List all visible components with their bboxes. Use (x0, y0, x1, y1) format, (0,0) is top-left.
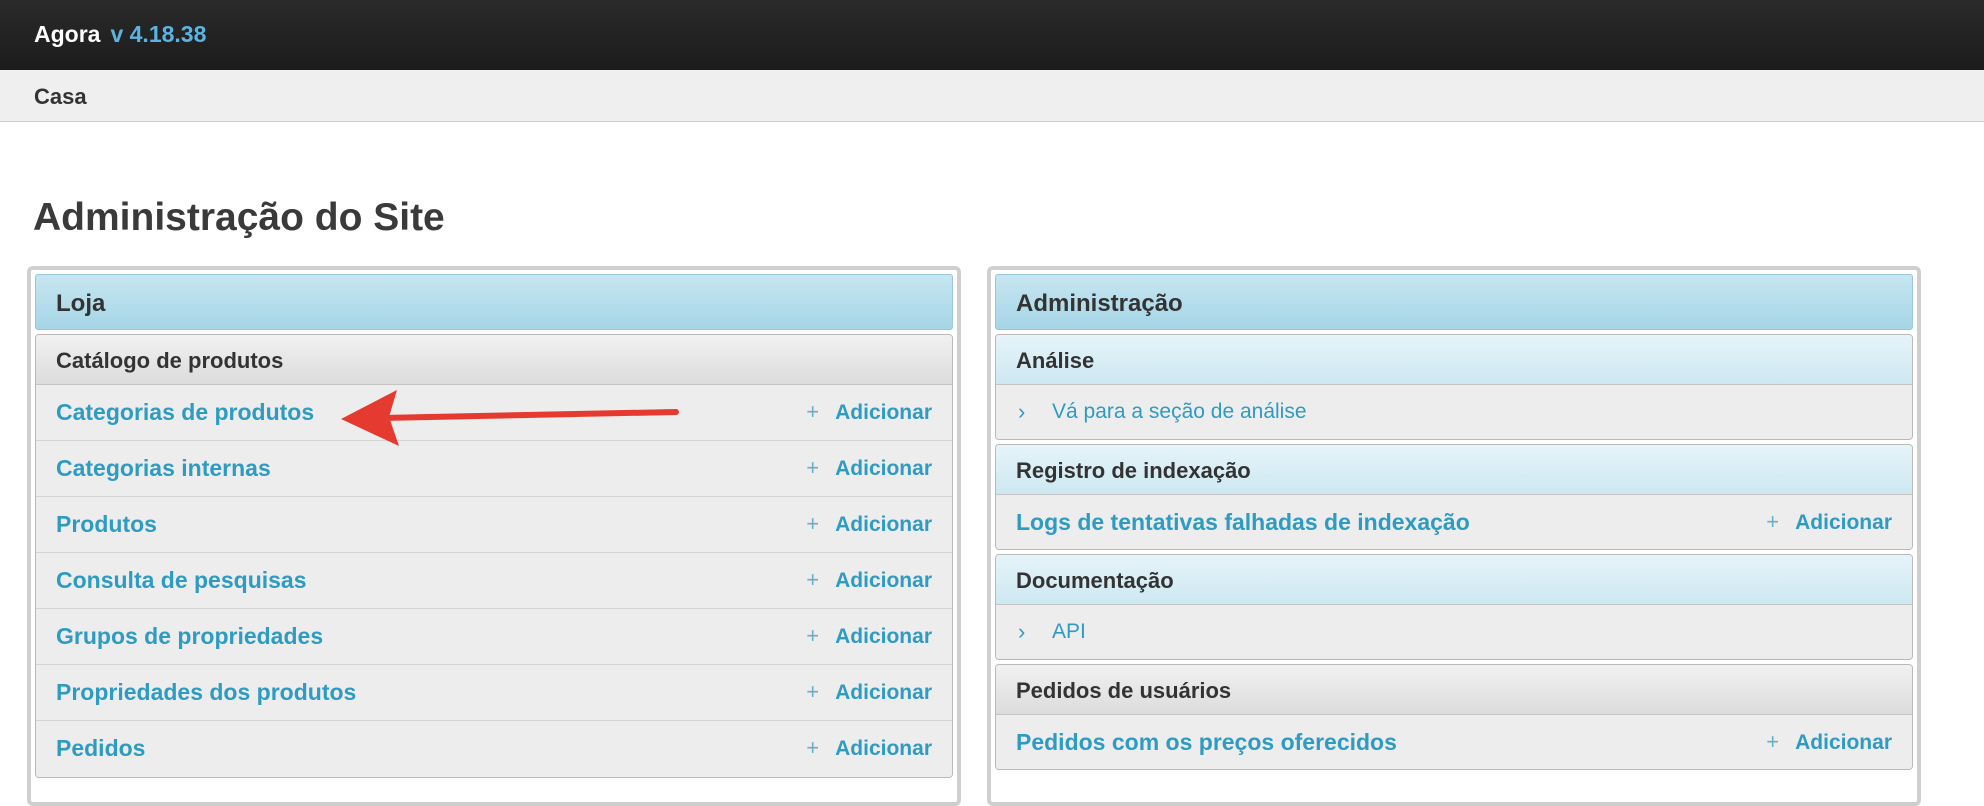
add-product-category-button[interactable]: + Adicionar (806, 399, 932, 425)
plus-icon: + (1766, 729, 1780, 754)
add-label: Adicionar (835, 457, 932, 480)
table-row: Grupos de propriedades + Adicionar (36, 609, 952, 665)
product-categories-link[interactable]: Categorias de produtos (56, 399, 314, 426)
plus-icon: + (806, 679, 820, 704)
table-row: Logs de tentativas falhadas de indexação… (996, 495, 1912, 549)
offered-price-requests-link[interactable]: Pedidos com os preços oferecidos (1016, 729, 1397, 756)
catalog-caption-label: Catálogo de produtos (56, 348, 284, 373)
administration-panel-title: Administração (1016, 290, 1183, 317)
add-label: Adicionar (835, 569, 932, 592)
documentation-caption: Documentação (996, 555, 1912, 605)
api-link[interactable]: API (1052, 620, 1086, 644)
add-label: Adicionar (835, 625, 932, 648)
analytics-caption: Análise (996, 335, 1912, 385)
list-item: › API (996, 605, 1912, 659)
add-offered-price-request-button[interactable]: + Adicionar (1766, 729, 1892, 755)
table-row: Categorias internas + Adicionar (36, 441, 952, 497)
internal-categories-link[interactable]: Categorias internas (56, 455, 271, 482)
indexing-log-caption-label: Registro de indexação (1016, 458, 1251, 483)
analytics-section-link[interactable]: Vá para a seção de análise (1052, 400, 1307, 424)
add-product-button[interactable]: + Adicionar (806, 511, 932, 537)
search-queries-link[interactable]: Consulta de pesquisas (56, 567, 307, 594)
catalog-caption: Catálogo de produtos (36, 335, 952, 385)
documentation-caption-label: Documentação (1016, 568, 1174, 593)
plus-icon: + (806, 735, 820, 760)
table-row: Categorias de produtos + Adicionar (36, 385, 952, 441)
catalog-module: Catálogo de produtos Categorias de produ… (35, 334, 953, 778)
plus-icon: + (806, 511, 820, 536)
administration-panel-header: Administração (995, 274, 1913, 330)
list-item: › Vá para a seção de análise (996, 385, 1912, 439)
indexing-log-module: Registro de indexação Logs de tentativas… (995, 444, 1913, 550)
user-requests-module: Pedidos de usuários Pedidos com os preço… (995, 664, 1913, 770)
table-row: Propriedades dos produtos + Adicionar (36, 665, 952, 721)
failed-indexing-logs-link[interactable]: Logs de tentativas falhadas de indexação (1016, 509, 1470, 536)
plus-icon: + (806, 455, 820, 480)
add-label: Adicionar (835, 737, 932, 760)
store-panel-title: Loja (56, 290, 106, 317)
table-row: Produtos + Adicionar (36, 497, 952, 553)
analytics-caption-label: Análise (1016, 348, 1095, 373)
add-internal-category-button[interactable]: + Adicionar (806, 455, 932, 481)
add-label: Adicionar (835, 513, 932, 536)
analytics-module: Análise › Vá para a seção de análise (995, 334, 1913, 440)
add-label: Adicionar (1795, 511, 1892, 534)
add-product-property-button[interactable]: + Adicionar (806, 679, 932, 705)
table-row: Pedidos com os preços oferecidos + Adicio… (996, 715, 1912, 769)
store-panel: Loja Catálogo de produtos Categorias de … (27, 266, 961, 806)
administration-panel: Administração Análise › Vá para a seção … (987, 266, 1921, 806)
chevron-right-icon: › (1018, 619, 1026, 644)
version-label: v 4.18.38 (110, 21, 207, 47)
table-row: Pedidos + Adicionar (36, 721, 952, 777)
breadcrumb: Casa (0, 70, 1984, 122)
orders-link[interactable]: Pedidos (56, 735, 145, 762)
table-row: Consulta de pesquisas + Adicionar (36, 553, 952, 609)
plus-icon: + (806, 567, 820, 592)
brand-name[interactable]: Agora (34, 21, 100, 47)
top-bar: Agora v 4.18.38 (0, 0, 1984, 70)
user-requests-caption: Pedidos de usuários (996, 665, 1912, 715)
add-search-query-button[interactable]: + Adicionar (806, 567, 932, 593)
indexing-log-caption: Registro de indexação (996, 445, 1912, 495)
add-property-group-button[interactable]: + Adicionar (806, 623, 932, 649)
add-label: Adicionar (1795, 731, 1892, 754)
add-indexing-log-button[interactable]: + Adicionar (1766, 509, 1892, 535)
brand[interactable]: Agora v 4.18.38 (34, 21, 206, 48)
plus-icon: + (806, 623, 820, 648)
documentation-module: Documentação › API (995, 554, 1913, 660)
page-title: Administração do Site (33, 196, 445, 239)
plus-icon: + (806, 399, 820, 424)
store-panel-header: Loja (35, 274, 953, 330)
property-groups-link[interactable]: Grupos de propriedades (56, 623, 323, 650)
add-label: Adicionar (835, 681, 932, 704)
products-link[interactable]: Produtos (56, 511, 157, 538)
chevron-right-icon: › (1018, 399, 1026, 424)
breadcrumb-home-link[interactable]: Casa (34, 84, 87, 110)
plus-icon: + (1766, 509, 1780, 534)
product-properties-link[interactable]: Propriedades dos produtos (56, 679, 356, 706)
add-order-button[interactable]: + Adicionar (806, 735, 932, 761)
add-label: Adicionar (835, 401, 932, 424)
user-requests-caption-label: Pedidos de usuários (1016, 678, 1232, 703)
